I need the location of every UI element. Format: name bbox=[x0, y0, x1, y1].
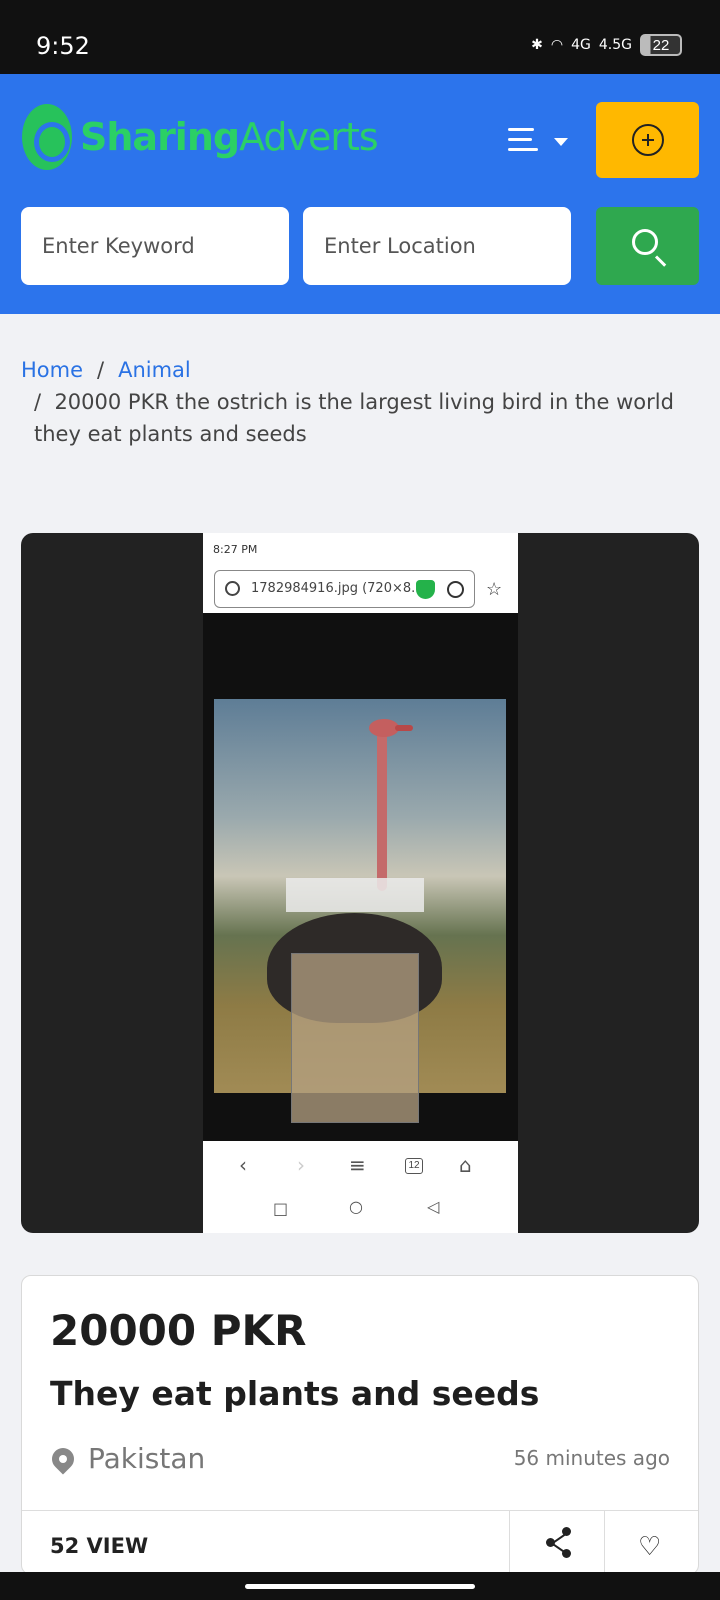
listing-details-card: 20000 PKR They eat plants and seeds Paki… bbox=[21, 1275, 699, 1575]
photo-nav-bar: ‹ › ≡ ⌂ □ ○ ◁ bbox=[203, 1141, 518, 1233]
nested-screenshot bbox=[291, 953, 419, 1123]
location-input[interactable]: Enter Location bbox=[303, 207, 571, 285]
search-icon bbox=[225, 581, 240, 596]
wifi-icon: ◠ bbox=[550, 37, 564, 53]
forward-icon: › bbox=[297, 1153, 305, 1177]
breadcrumb-home[interactable]: Home bbox=[21, 358, 83, 382]
menu-icon bbox=[508, 128, 538, 158]
listing-price: 20000 PKR bbox=[50, 1306, 307, 1355]
status-icons: ✱ ◠ 4G 4.5G 22 bbox=[531, 34, 682, 56]
network-45g-label: 4.5G bbox=[598, 37, 632, 53]
square-icon: □ bbox=[273, 1199, 289, 1218]
share-button[interactable] bbox=[509, 1511, 604, 1575]
photo-url-bar: 1782984916.jpg (720×8... bbox=[214, 570, 475, 608]
site-logo[interactable]: SharingAdverts bbox=[22, 104, 379, 170]
heart-icon: ♡ bbox=[638, 1531, 662, 1561]
nested-screenshot-bar bbox=[286, 878, 424, 912]
back-icon: ‹ bbox=[239, 1153, 247, 1177]
chevron-down-icon bbox=[554, 138, 568, 146]
listing-location: Pakistan bbox=[47, 1442, 205, 1475]
menu-icon: ≡ bbox=[349, 1153, 366, 1177]
breadcrumb-separator: / bbox=[97, 358, 105, 382]
circle-icon: ○ bbox=[349, 1197, 363, 1216]
site-header: SharingAdverts Enter Keyword Enter Locat… bbox=[0, 74, 720, 314]
logo-icon bbox=[22, 104, 72, 170]
home-indicator[interactable] bbox=[245, 1584, 475, 1589]
photo-status-bar: 8:27 PM bbox=[203, 533, 518, 567]
logo-text: SharingAdverts bbox=[80, 115, 379, 159]
star-icon: ☆ bbox=[486, 579, 503, 599]
menu-button[interactable] bbox=[508, 124, 572, 160]
breadcrumb: Home / Animal / 20000 PKR the ostrich is t… bbox=[21, 354, 681, 450]
breadcrumb-category[interactable]: Animal bbox=[118, 358, 191, 382]
listing-image-gallery[interactable]: 8:27 PM 1782984916.jpg (720×8... ☆ ‹ › ≡… bbox=[21, 533, 699, 1233]
view-count: 52 VIEW bbox=[50, 1534, 149, 1558]
reload-icon bbox=[447, 581, 464, 598]
network-4g-label: 4G bbox=[571, 37, 591, 53]
bluetooth-icon: ✱ bbox=[531, 37, 543, 53]
listing-title: They eat plants and seeds bbox=[50, 1374, 540, 1413]
post-ad-button[interactable] bbox=[596, 102, 699, 178]
triangle-back-icon: ◁ bbox=[427, 1197, 440, 1216]
listing-photo[interactable]: 8:27 PM 1782984916.jpg (720×8... ☆ ‹ › ≡… bbox=[203, 533, 518, 1233]
keyword-input[interactable]: Enter Keyword bbox=[21, 207, 289, 285]
search-button[interactable] bbox=[596, 207, 699, 285]
home-icon: ⌂ bbox=[459, 1153, 472, 1177]
listing-posted-time: 56 minutes ago bbox=[513, 1446, 670, 1470]
search-icon bbox=[632, 229, 658, 255]
shield-icon bbox=[416, 580, 435, 599]
status-time: 9:52 bbox=[36, 32, 90, 60]
battery-icon: 22 bbox=[640, 34, 682, 56]
location-pin-icon bbox=[47, 1442, 79, 1475]
favorite-button[interactable]: ♡ bbox=[604, 1511, 699, 1575]
status-bar: 9:52 ✱ ◠ 4G 4.5G 22 bbox=[0, 0, 720, 74]
breadcrumb-current: / 20000 PKR the ostrich is the largest l… bbox=[34, 390, 674, 446]
plus-circle-icon bbox=[631, 124, 664, 156]
system-home-bar bbox=[0, 1572, 720, 1600]
tab-count-icon: 12 bbox=[405, 1158, 423, 1174]
